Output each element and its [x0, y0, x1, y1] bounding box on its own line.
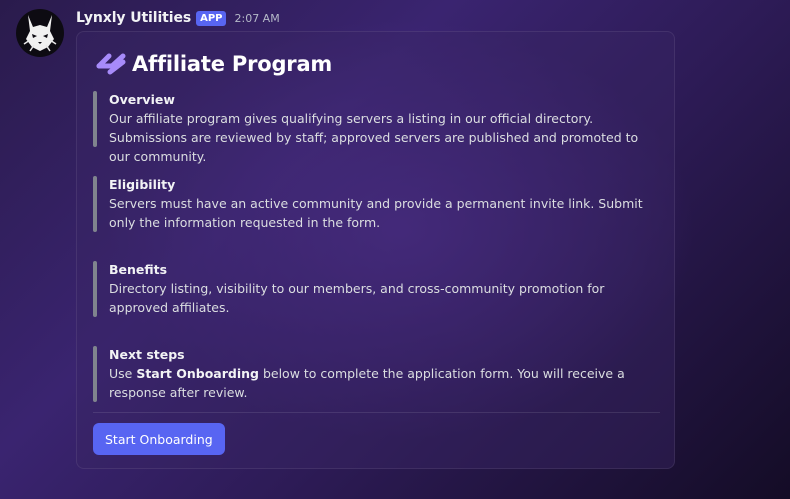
section-bar [93, 91, 97, 147]
section-bar [93, 261, 97, 317]
avatar[interactable] [16, 9, 64, 57]
section-body: Directory listing, visibility to our mem… [109, 281, 605, 315]
section-bar [93, 176, 97, 232]
section-bar [93, 346, 97, 402]
body-prefix: Use [109, 366, 137, 381]
section-eligibility: Eligibility Servers must have an active … [93, 176, 653, 232]
timestamp[interactable]: 2:07 AM [234, 12, 279, 25]
section-heading: Next steps [109, 347, 185, 362]
section-benefits: Benefits Directory listing, visibility t… [93, 261, 653, 317]
section-body: Our affiliate program gives qualifying s… [109, 111, 639, 164]
section-heading: Overview [109, 92, 175, 107]
link-icon [96, 53, 126, 75]
page-title: Affiliate Program [132, 52, 333, 76]
section-next-steps: Next steps Use Start Onboarding below to… [93, 346, 653, 402]
embed-title: Affiliate Program [96, 52, 332, 76]
divider [93, 412, 660, 413]
username[interactable]: Lynxly Utilities [76, 10, 191, 26]
lynx-icon [23, 15, 57, 52]
body-bold: Start Onboarding [136, 366, 259, 381]
section-body: Use Start Onboarding below to complete t… [109, 364, 653, 402]
message-header: Lynxly Utilities APP 2:07 AM [76, 9, 280, 27]
section-overview: Overview Our affiliate program gives qua… [93, 91, 653, 166]
section-body: Servers must have an active community an… [109, 196, 643, 230]
start-onboarding-button[interactable]: Start Onboarding [93, 423, 225, 455]
embed-card: Affiliate Program Overview Our affiliate… [76, 31, 675, 469]
section-heading: Benefits [109, 262, 168, 277]
app-badge: APP [196, 10, 227, 26]
section-heading: Eligibility [109, 177, 176, 192]
